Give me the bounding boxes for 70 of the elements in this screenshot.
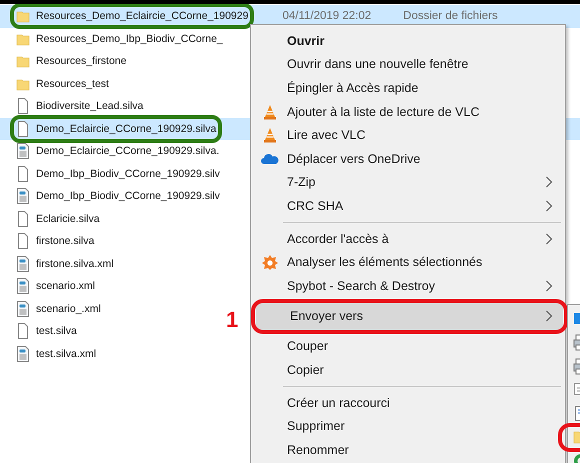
cloud-icon	[261, 152, 279, 165]
file-row[interactable]: test.silva	[0, 320, 226, 342]
traffic-cone-icon	[263, 127, 277, 144]
file-row[interactable]: firstone.silva	[0, 230, 226, 252]
date-modified: 04/11/2019 22:02	[282, 10, 372, 22]
file-name: firstone.silva.xml	[36, 258, 114, 270]
file-row[interactable]: scenario_.xml	[0, 298, 226, 320]
menu-item[interactable]: Renommer	[253, 438, 563, 462]
file-row[interactable]: Resources_firstone	[0, 50, 226, 72]
menu-item[interactable]: Ajouter à la liste de lecture de VLC	[253, 100, 563, 124]
menu-item[interactable]: CRC SHA	[253, 194, 563, 218]
file-row[interactable]: Resources_Demo_Ibp_Biodiv_CCorne_	[0, 28, 226, 50]
file-name: test.silva.xml	[36, 348, 96, 360]
file-name: test.silva	[36, 325, 77, 338]
file-name: Eclaricie.silva	[36, 212, 100, 225]
menu-item[interactable]: Couper	[253, 334, 563, 358]
splat-icon	[261, 254, 279, 270]
menu-item[interactable]: Ouvrir dans une nouvelle fenêtre	[253, 52, 563, 76]
file-row[interactable]: Biodiversite_Lead.silva	[0, 95, 226, 118]
file-row[interactable]: scenario.xml	[0, 275, 226, 298]
file-icon	[16, 233, 30, 250]
menu-item[interactable]: Accorder l'accès à	[253, 226, 563, 250]
folder-icon	[16, 76, 30, 91]
file-name: scenario_.xml	[36, 302, 101, 315]
menu-item[interactable]: Copier	[253, 358, 563, 382]
folder-icon	[16, 54, 30, 68]
file-row[interactable]: test.silva.xml	[0, 342, 226, 365]
file-type: Dossier de fichiers	[403, 10, 498, 22]
file-name: Resources_test	[36, 78, 109, 90]
file-row[interactable]: Resources_test	[0, 72, 226, 95]
file-icon	[16, 210, 30, 227]
xml-file-icon	[16, 278, 30, 294]
file-row[interactable]: firstone.silva.xml	[0, 252, 226, 275]
folder-icon	[16, 9, 30, 24]
file-row[interactable]: Eclaricie.silva	[0, 208, 226, 230]
file-name: Demo_Eclaircie_CCorne_190929.silva.	[36, 145, 220, 158]
xml-file-icon	[16, 300, 30, 317]
menu-item[interactable]: Déplacer vers OneDrive	[253, 146, 563, 171]
file-row[interactable]: Demo_Ibp_Biodiv_CCorne_190929.silv	[0, 185, 226, 208]
file-name: firstone.silva	[36, 235, 94, 248]
menu-item[interactable]: 7-Zip	[253, 170, 563, 194]
file-name: Biodiversite_Lead.silva	[36, 100, 144, 112]
menu-item[interactable]: Analyser les éléments sélectionnés	[253, 250, 563, 274]
traffic-cone-icon	[263, 104, 277, 120]
file-name: Demo_Ibp_Biodiv_CCorne_190929.silv	[36, 190, 220, 202]
menu-item[interactable]: Ouvrir	[253, 29, 563, 53]
step-number: 1	[226, 306, 238, 333]
file-row[interactable]: Demo_Ibp_Biodiv_CCorne_190929.silv	[0, 162, 226, 185]
file-name: Resources_Demo_Eclaircie_CCorne_190929	[36, 10, 248, 22]
file-name: scenario.xml	[36, 280, 95, 292]
menu-item[interactable]: Créer un raccourci	[253, 390, 563, 414]
xml-file-icon	[16, 143, 30, 160]
xml-file-icon	[16, 256, 30, 272]
folder-icon	[16, 32, 30, 46]
menu-item[interactable]: Lire avec VLC	[253, 123, 563, 147]
file-row[interactable]: Resources_Demo_Eclaircie_CCorne_190929 04/11/2019 22:02 Dossier de fichiers	[0, 5, 580, 28]
file-name: Demo_Eclaircie_CCorne_190929.silva	[36, 122, 216, 135]
xml-file-icon	[16, 188, 30, 204]
xml-file-icon	[16, 346, 30, 362]
file-icon	[16, 166, 30, 182]
menu-item[interactable]: Épingler à Accès rapide	[253, 76, 563, 100]
file-icon	[16, 98, 30, 114]
file-name: Resources_Demo_Ibp_Biodiv_CCorne_	[36, 32, 223, 45]
menu-item[interactable]: Spybot - Search & Destroy	[253, 274, 563, 298]
file-name: Resources_firstone	[36, 55, 126, 68]
file-row[interactable]: Demo_Eclaircie_CCorne_190929.silva.	[0, 140, 226, 162]
file-icon	[16, 323, 30, 340]
menu-item[interactable]: Supprimer	[253, 414, 563, 438]
file-icon	[16, 120, 30, 137]
file-name: Demo_Ibp_Biodiv_CCorne_190929.silv	[36, 168, 220, 180]
